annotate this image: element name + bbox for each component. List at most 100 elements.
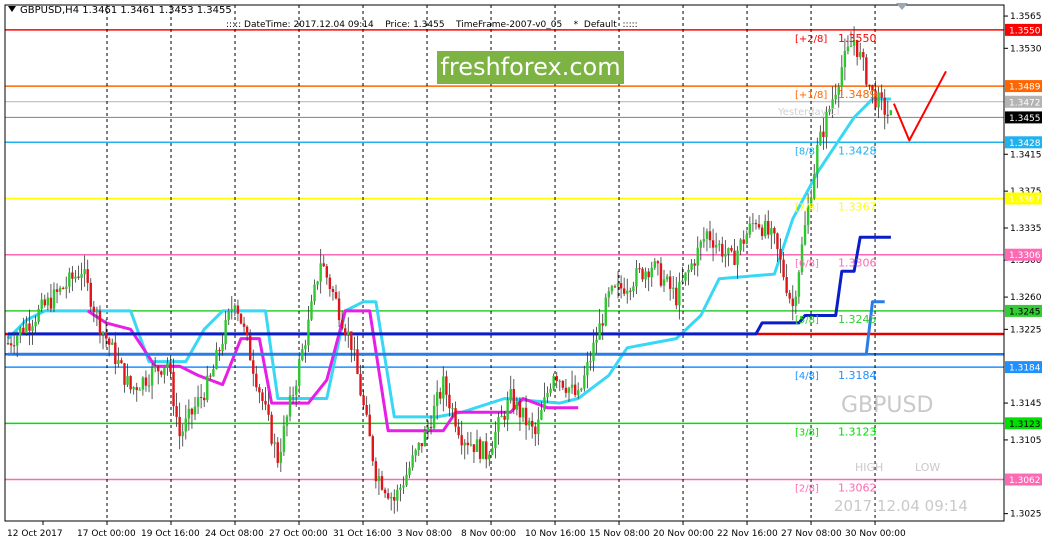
candle-body <box>218 349 221 352</box>
candle-body <box>883 97 886 115</box>
candle-body <box>417 442 420 451</box>
candle-body <box>745 234 748 244</box>
candle-body <box>558 380 561 382</box>
candle-body <box>797 272 801 297</box>
candle-body <box>141 377 145 390</box>
candle-body <box>684 272 687 281</box>
candle-body <box>261 392 264 401</box>
x-tick-label: 12 Oct 2017 <box>7 529 63 539</box>
candle-body <box>742 239 745 244</box>
candle-body <box>659 263 663 286</box>
candle-body <box>463 442 466 446</box>
y-tick-label: 1.3530 <box>1010 44 1042 54</box>
candle-body <box>757 224 761 228</box>
x-tick-label: 31 Oct 16:00 <box>333 529 392 539</box>
level-bracket-label: [3/8] <box>795 427 819 438</box>
candle-body <box>144 377 148 386</box>
candle-body <box>518 401 522 418</box>
chart-window: [+2/8] 1.3550 [+1/8] 1.3489 [8/8] 1.3428 [7/8]… <box>0 0 1043 545</box>
overlay-cyan <box>6 97 891 419</box>
candle-body <box>337 298 341 321</box>
candle-body <box>123 363 126 385</box>
candle-body <box>494 431 497 449</box>
candle-body <box>383 489 387 494</box>
level-value-label: 1.3489 <box>838 88 877 101</box>
chart-shift-marker-icon[interactable] <box>896 3 908 10</box>
candle-body <box>607 291 611 298</box>
candle-body <box>524 407 528 426</box>
candle-body <box>221 343 224 352</box>
price-tag-label: 1.3123 <box>1009 420 1041 430</box>
candle-body <box>662 279 666 286</box>
overlay-navy <box>8 235 891 336</box>
candle-body <box>567 387 571 393</box>
candle-body <box>552 376 555 389</box>
price-tag-label: 1.3062 <box>1009 476 1041 486</box>
candle-body <box>819 131 822 145</box>
candle-body <box>25 323 28 334</box>
candle-body <box>206 375 209 401</box>
candle-body <box>178 416 181 437</box>
candle-body <box>270 414 273 444</box>
candle-body <box>411 455 414 468</box>
candle-body <box>356 349 359 374</box>
candle-body <box>230 309 233 312</box>
candle-body <box>65 286 68 289</box>
candle-body <box>55 289 59 292</box>
candle-body <box>120 360 123 364</box>
candle-body <box>31 326 34 331</box>
candle-body <box>117 360 120 364</box>
candle-body <box>340 320 344 329</box>
candle-body <box>785 277 788 293</box>
candle-body <box>46 297 50 306</box>
candle-body <box>166 362 169 368</box>
candle-body <box>622 288 626 294</box>
candle-body <box>859 52 862 57</box>
candle-body <box>362 395 365 406</box>
candle-body <box>347 331 350 335</box>
price-tag-label: 1.3455 <box>1009 114 1041 124</box>
candle-body <box>527 420 531 426</box>
candle-body <box>601 323 604 326</box>
candle-body <box>294 385 298 395</box>
level-bracket-label: [7/8] <box>795 203 819 214</box>
candle-body <box>353 349 356 351</box>
candle-body <box>439 392 442 399</box>
x-tick-label: 24 Oct 08:00 <box>205 529 264 539</box>
candle-body <box>773 228 776 234</box>
candle-body <box>89 282 92 307</box>
symbol-quote: GBPUSD,H4 1.3461 1.3461 1.3453 1.3455 <box>20 5 232 16</box>
candle-body <box>344 328 347 335</box>
level-value-label: 1.3306 <box>838 257 877 270</box>
candle-body <box>880 92 883 98</box>
candle-body <box>497 416 500 432</box>
overlay-blue <box>8 300 885 356</box>
y-tick-label: 1.3025 <box>1010 510 1042 520</box>
candle-body <box>233 305 237 310</box>
candle-body <box>313 284 316 302</box>
y-tick-label: 1.3225 <box>1010 325 1042 335</box>
candle-body <box>656 261 660 264</box>
candle-body <box>638 268 641 270</box>
candle-body <box>104 332 108 339</box>
candle-body <box>668 276 672 289</box>
x-tick-label: 27 Oct 00:00 <box>269 529 328 539</box>
candle-body <box>448 394 451 409</box>
candle-body <box>111 342 114 345</box>
candle-body <box>328 277 332 289</box>
candle-body <box>475 439 479 452</box>
x-tick-label: 15 Nov 08:00 <box>589 529 650 539</box>
candle-body <box>794 296 798 307</box>
candle-body <box>788 292 791 299</box>
candle-body <box>681 280 684 282</box>
candle-body <box>690 263 693 270</box>
candle-body <box>28 323 31 331</box>
candle-body <box>770 228 773 235</box>
candle-body <box>610 286 614 292</box>
time-axis: 12 Oct 2017 17 Oct 00:00 19 Oct 16:00 24 Oc… <box>7 521 906 539</box>
y-tick-label: 1.3335 <box>1010 224 1042 234</box>
candle-body <box>331 288 335 293</box>
candle-body <box>604 297 607 326</box>
low-label: LOW <box>915 461 941 474</box>
collapse-triangle-icon[interactable] <box>8 6 16 12</box>
